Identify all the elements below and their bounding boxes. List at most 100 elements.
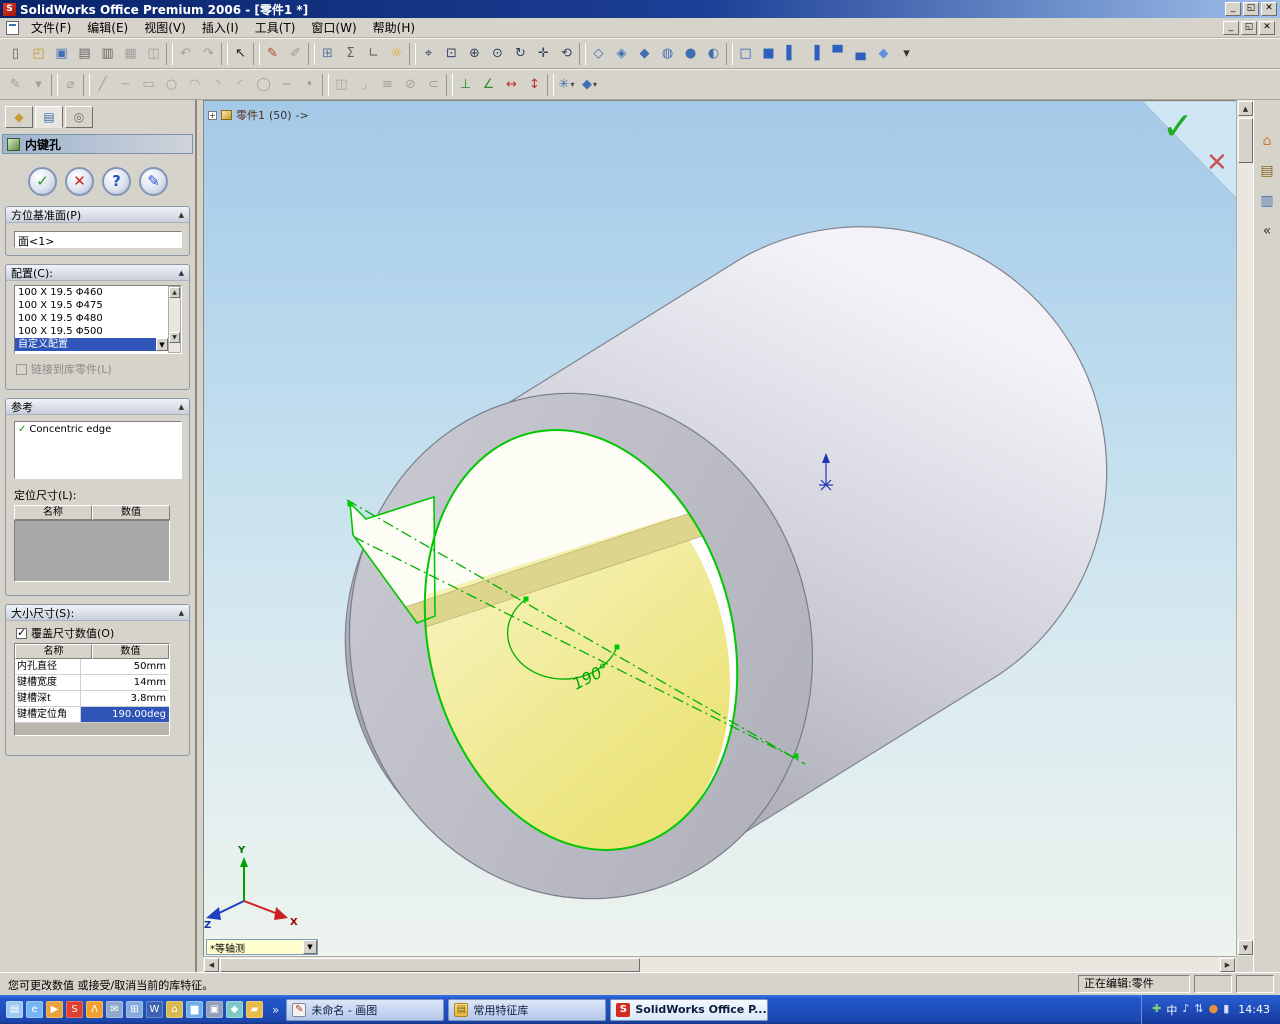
combo-dropdown-icon[interactable]: ▼ xyxy=(156,338,168,351)
make-assembly-button[interactable]: ▥ xyxy=(96,42,119,66)
configuration-option[interactable]: 100 X 19.5 Φ475 xyxy=(15,299,168,312)
quick-launch-media[interactable]: ▶ xyxy=(46,1001,63,1018)
viewport-vscrollbar[interactable]: ▲ ▼ xyxy=(1236,100,1253,956)
link-to-library-row[interactable]: 链接到库零件(L) xyxy=(16,361,112,377)
save-button[interactable]: ▣ xyxy=(50,42,73,66)
vertical-dimension-button[interactable]: ↕ xyxy=(523,73,546,97)
zoom-area-button[interactable]: ⊡ xyxy=(440,42,463,66)
viewport-hscrollbar[interactable]: ◀ ▶ xyxy=(203,956,1236,972)
configuration-scrollbar[interactable]: ▲ ▼ xyxy=(168,286,181,353)
wireframe-button[interactable]: ◇ xyxy=(587,42,610,66)
scroll-down-button[interactable]: ▼ xyxy=(1238,940,1253,955)
quick-launch-notes[interactable]: ▣ xyxy=(206,1001,223,1018)
orientation-plane-field[interactable]: 面<1> xyxy=(14,231,182,248)
isometric-view-button[interactable]: ◆ xyxy=(872,42,895,66)
menu-item-1[interactable]: 编辑(E) xyxy=(79,17,136,38)
menu-item-2[interactable]: 视图(V) xyxy=(136,17,194,38)
dimension-value-field[interactable]: 3.8mm xyxy=(81,691,169,706)
menu-item-6[interactable]: 帮助(H) xyxy=(365,17,423,38)
tree-expand-icon[interactable]: + xyxy=(208,110,217,120)
zoom-selection-button[interactable]: ⊙ xyxy=(486,42,509,66)
tray-antivirus-icon[interactable]: ✚ xyxy=(1152,1002,1161,1018)
propertymanager-tab[interactable]: ▤ xyxy=(35,106,63,128)
sketch-button[interactable]: ✎ xyxy=(261,42,284,66)
configuration-option[interactable]: 自定义配置 ▼ xyxy=(15,338,168,351)
quick-launch-grid[interactable]: ⊞ xyxy=(126,1001,143,1018)
rotate-view-button[interactable]: ↻ xyxy=(509,42,532,66)
scroll-right-button[interactable]: ▶ xyxy=(1220,958,1235,972)
quick-launch-overflow[interactable]: » xyxy=(269,1003,282,1017)
configuration-header[interactable]: 配置(C): xyxy=(6,265,189,281)
override-dimensions-checkbox[interactable] xyxy=(16,626,27,639)
view-orientation-button[interactable]: ▾ xyxy=(895,42,918,66)
quick-launch-browser[interactable]: e xyxy=(26,1001,43,1018)
shaded-with-edges-button[interactable]: ◍ xyxy=(656,42,679,66)
quick-launch-tools[interactable]: ◆ xyxy=(226,1001,243,1018)
bottom-view-button[interactable]: ▄ xyxy=(849,42,872,66)
zoom-fit-button[interactable]: ⌖ xyxy=(417,42,440,66)
hscroll-thumb[interactable] xyxy=(220,958,640,972)
dimension-value-field[interactable]: 190.00deg xyxy=(81,707,169,722)
reference-selection-box[interactable]: ✓ Concentric edge xyxy=(14,421,182,479)
quick-launch-desktop[interactable]: ▤ xyxy=(6,1001,23,1018)
hidden-lines-removed-button[interactable]: ◆ xyxy=(633,42,656,66)
block-button[interactable]: ◆ ▾ xyxy=(578,73,601,97)
locating-dimensions-body[interactable] xyxy=(14,520,170,582)
quick-launch-lambda[interactable]: Λ xyxy=(86,1001,103,1018)
task-solidworks[interactable]: S SolidWorks Office P... xyxy=(610,998,769,1021)
title-bar[interactable]: S SolidWorks Office Premium 2006 - [零件1 … xyxy=(0,0,1280,18)
preview-button[interactable]: ✎ xyxy=(139,166,168,196)
make-drawing-button[interactable]: ▤ xyxy=(73,42,96,66)
lighting-button[interactable]: ☼ xyxy=(385,42,408,66)
help-button[interactable]: ? xyxy=(102,166,131,196)
dimension-value-field[interactable]: 14mm xyxy=(81,675,169,690)
quick-launch-mail[interactable]: ✉ xyxy=(106,1001,123,1018)
menu-item-5[interactable]: 窗口(W) xyxy=(303,17,364,38)
measure-button[interactable]: ∟ xyxy=(362,42,385,66)
graphics-viewport[interactable]: 190° Y X Z ✓ ✕ + 零件1 (50) -> *等轴测 ▼ xyxy=(203,100,1236,956)
file-explorer-icon[interactable]: ▥ xyxy=(1256,190,1278,212)
quick-launch-word[interactable]: W xyxy=(146,1001,163,1018)
solidworks-resources-icon[interactable]: ⌂ xyxy=(1256,130,1278,152)
quick-launch-home[interactable]: ⌂ xyxy=(166,1001,183,1018)
featuremanager-tab[interactable]: ◆ xyxy=(5,106,33,128)
design-library-icon[interactable]: ▤ xyxy=(1256,160,1278,182)
override-dimensions-row[interactable]: 覆盖尺寸数值(O) xyxy=(16,625,114,641)
new-button[interactable]: ▯ xyxy=(4,42,27,66)
hidden-lines-visible-button[interactable]: ◈ xyxy=(610,42,633,66)
library-feature-button[interactable]: ✳ ▾ xyxy=(555,73,578,97)
open-button[interactable]: ◰ xyxy=(27,42,50,66)
ok-button[interactable]: ✓ xyxy=(28,166,57,196)
view-orientation-combo[interactable]: *等轴测 ▼ xyxy=(206,939,318,955)
horizontal-dimension-button[interactable]: ↔ xyxy=(500,73,523,97)
combo-dropdown-icon[interactable]: ▼ xyxy=(303,940,317,954)
pan-button[interactable]: ✛ xyxy=(532,42,555,66)
part-name[interactable]: 零件1 xyxy=(236,107,265,123)
display-relations-button[interactable]: ∠ xyxy=(477,73,500,97)
minimize-button[interactable]: _ xyxy=(1225,2,1241,16)
configuration-list[interactable]: 100 X 19.5 Φ460 100 X 19.5 Φ475 100 X 19.5… xyxy=(14,285,182,354)
mdi-minimize-button[interactable]: _ xyxy=(1223,20,1239,35)
restore-button[interactable]: ◱ xyxy=(1243,2,1259,16)
tray-ime-icon[interactable]: 中 xyxy=(1166,1002,1177,1018)
left-view-button[interactable]: ▌ xyxy=(780,42,803,66)
cancel-button[interactable]: ✕ xyxy=(65,166,94,196)
tray-device-icon[interactable]: ▮ xyxy=(1223,1002,1229,1018)
menu-item-3[interactable]: 插入(I) xyxy=(194,17,247,38)
reference-header[interactable]: 参考 xyxy=(6,399,189,415)
right-view-button[interactable]: ▐ xyxy=(803,42,826,66)
scroll-up-button[interactable]: ▲ xyxy=(1238,101,1253,116)
shaded-button[interactable]: ● xyxy=(679,42,702,66)
back-view-button[interactable]: ■ xyxy=(757,42,780,66)
configurationmanager-tab[interactable]: ◎ xyxy=(65,106,93,128)
equations-button[interactable]: Σ xyxy=(339,42,362,66)
configuration-option[interactable]: 100 X 19.5 Φ460 xyxy=(15,286,168,299)
tray-volume-icon[interactable]: ♪ xyxy=(1182,1002,1189,1018)
zoom-in-out-button[interactable]: ⊕ xyxy=(463,42,486,66)
task-paint[interactable]: ✎ 未命名 - 画图 xyxy=(286,998,445,1021)
quick-launch-solidworks[interactable]: S xyxy=(66,1001,83,1018)
close-button[interactable]: ✕ xyxy=(1261,2,1277,16)
task-feature-library[interactable]: ▤ 常用特征库 xyxy=(448,998,607,1021)
quick-launch-chart[interactable]: ▆ xyxy=(186,1001,203,1018)
mdi-close-button[interactable]: ✕ xyxy=(1259,20,1275,35)
